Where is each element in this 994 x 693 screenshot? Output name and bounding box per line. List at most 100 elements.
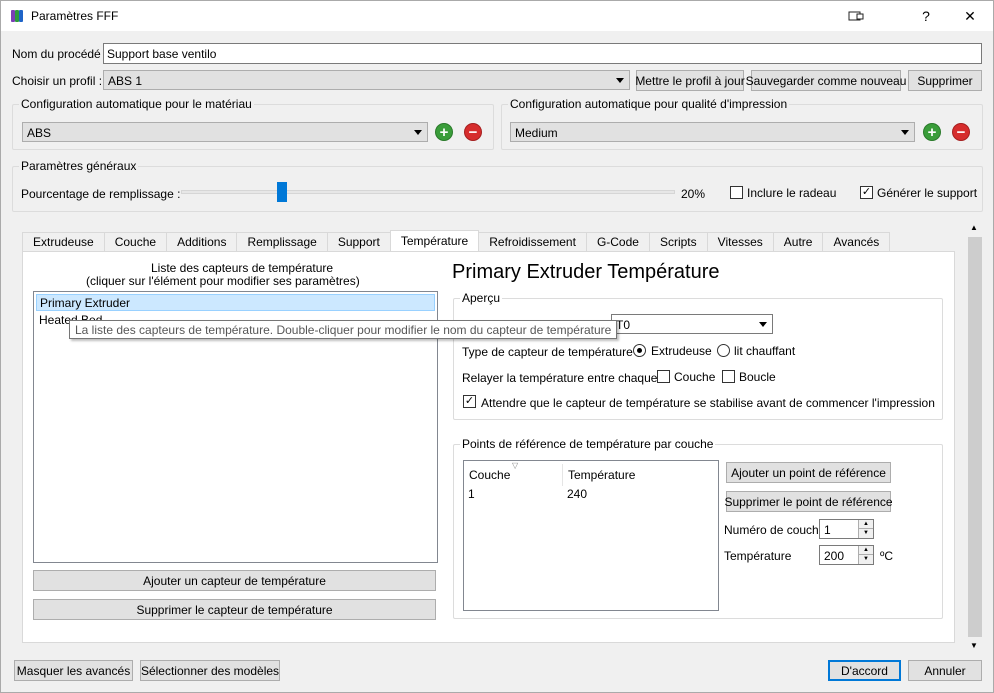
select-models-button[interactable]: Sélectionner des modèles — [140, 660, 280, 681]
close-icon: ✕ — [964, 7, 976, 24]
plus-icon: + — [927, 123, 937, 141]
tab-6[interactable]: Température — [389, 230, 480, 252]
tab-8[interactable]: G-Code — [585, 232, 650, 252]
relay-loop-checkbox[interactable] — [722, 370, 735, 383]
process-name-input[interactable]: Support base ventilo — [103, 43, 982, 64]
extruder-select[interactable]: T0 — [611, 314, 773, 334]
help-button[interactable]: ? — [903, 1, 949, 31]
ok-button[interactable]: D'accord — [828, 660, 901, 681]
relay-layer-checkbox[interactable] — [657, 370, 670, 383]
relay-label: Relayer la température entre chaque : — [462, 371, 665, 385]
table-cell-temperature: 240 — [567, 487, 588, 501]
sensor-list-subtitle: (cliquer sur l'élément pour modifier ses… — [86, 274, 360, 288]
sensor-type-extruder-radio[interactable] — [633, 344, 646, 357]
update-profile-button[interactable]: Mettre le profil à jour — [635, 70, 745, 91]
scrollbar-thumb[interactable] — [968, 237, 982, 637]
sensor-type-label: Type de capteur de température : — [462, 345, 640, 359]
table-cell-layer: 1 — [468, 487, 475, 501]
hide-advanced-button[interactable]: Masquer les avancés — [14, 660, 133, 681]
remove-quality-button[interactable]: − — [952, 123, 970, 141]
tab-2[interactable]: Couche — [103, 232, 168, 252]
material-select[interactable]: ABS — [22, 122, 428, 142]
sensor-type-extruder-label: Extrudeuse — [651, 344, 712, 358]
layer-number-value: 1 — [824, 523, 831, 537]
raft-label: Inclure le radeau — [747, 186, 837, 200]
tab-11[interactable]: Autre — [772, 232, 824, 252]
cancel-button[interactable]: Annuler — [908, 660, 982, 681]
material-group-title: Configuration automatique pour le matéri… — [19, 97, 254, 111]
delete-profile-button[interactable]: Supprimer — [908, 70, 982, 91]
infill-value: 20% — [681, 187, 706, 201]
spin-down-icon[interactable]: ▼ — [858, 529, 873, 538]
tab-10[interactable]: Vitesses — [706, 232, 774, 252]
quality-group-title: Configuration automatique pour qualité d… — [508, 97, 790, 111]
settings-tabs: Extrudeuse Couche Additions Remplissage Supp… — [22, 230, 891, 252]
tab-4[interactable]: Remplissage — [236, 232, 328, 252]
tab-3[interactable]: Additions — [166, 232, 238, 252]
wait-stabilize-checkbox[interactable]: ✓ — [463, 395, 476, 408]
tab-12[interactable]: Avancés — [822, 232, 891, 252]
overview-title: Aperçu — [460, 291, 503, 305]
spin-up-icon[interactable]: ▲ — [858, 520, 873, 529]
sensor-list-tooltip: La liste des capteurs de température. Do… — [69, 320, 617, 339]
scroll-down-icon[interactable]: ▼ — [970, 641, 978, 650]
context-help-icon — [848, 11, 864, 21]
remove-sensor-button[interactable]: Supprimer le capteur de température — [33, 599, 436, 620]
spin-down-icon[interactable]: ▼ — [858, 555, 873, 564]
tab-5[interactable]: Support — [326, 232, 391, 252]
temperature-unit: ºC — [880, 549, 894, 563]
raft-checkbox[interactable] — [730, 186, 743, 199]
chevron-down-icon — [759, 322, 767, 327]
sensor-list-item-primary-extruder[interactable]: Primary Extruder — [36, 294, 435, 311]
spin-up-icon[interactable]: ▲ — [858, 546, 873, 555]
infill-slider-track[interactable] — [181, 190, 675, 194]
infill-label: Pourcentage de remplissage : — [21, 187, 181, 201]
save-as-new-button[interactable]: Sauvegarder comme nouveau — [746, 70, 906, 91]
add-quality-button[interactable]: + — [923, 123, 941, 141]
title-bar: Paramètres FFF ? ✕ — [1, 1, 993, 31]
process-name-label: Nom du procédé : — [12, 47, 108, 61]
support-label: Générer le support — [877, 186, 978, 200]
table-row[interactable]: 1 240 — [464, 484, 718, 502]
support-checkbox[interactable]: ✓ — [860, 186, 873, 199]
tab-1[interactable]: Extrudeuse — [22, 232, 105, 252]
tab-9[interactable]: Scripts — [648, 232, 708, 252]
add-material-button[interactable]: + — [435, 123, 453, 141]
extruder-select-value: T0 — [616, 318, 631, 332]
checkmark-icon: ✓ — [464, 395, 475, 407]
profile-select[interactable]: ABS 1 — [103, 70, 630, 90]
remove-setpoint-button[interactable]: Supprimer le point de référence — [724, 491, 893, 512]
close-button[interactable]: ✕ — [947, 1, 993, 31]
settings-window: Paramètres FFF ? ✕ Nom du procédé : Supp… — [0, 0, 994, 693]
window-title: Paramètres FFF — [31, 9, 119, 23]
add-setpoint-button[interactable]: Ajouter un point de référence — [726, 462, 891, 483]
remove-material-button[interactable]: − — [464, 123, 482, 141]
chevron-down-icon — [616, 78, 624, 83]
add-sensor-button[interactable]: Ajouter un capteur de température — [33, 570, 436, 591]
wait-stabilize-label: Attendre que le capteur de température s… — [481, 396, 935, 410]
profile-label: Choisir un profil : — [12, 74, 103, 88]
column-header-layer[interactable]: Couche — [469, 468, 510, 482]
setpoints-table[interactable]: ▽ Couche Température 1 240 — [463, 460, 719, 611]
setpoints-title: Points de référence de température par c… — [460, 437, 716, 451]
layer-number-spinbox[interactable]: 1 ▲ ▼ — [819, 519, 874, 539]
material-select-value: ABS — [27, 126, 52, 140]
temperature-spinbox[interactable]: 200 ▲ ▼ — [819, 545, 874, 565]
help-context-button[interactable] — [833, 1, 879, 31]
minus-icon: − — [956, 123, 966, 141]
chevron-down-icon — [414, 130, 422, 135]
infill-slider-handle[interactable] — [277, 182, 287, 202]
vertical-scrollbar[interactable]: ▲ ▼ — [967, 223, 983, 653]
general-settings-title: Paramètres généraux — [19, 159, 139, 173]
plus-icon: + — [439, 123, 449, 141]
column-header-temperature[interactable]: Température — [568, 468, 635, 482]
scroll-up-icon[interactable]: ▲ — [970, 223, 978, 232]
profile-select-value: ABS 1 — [108, 74, 143, 88]
column-divider — [562, 464, 563, 486]
tab-7[interactable]: Refroidissement — [478, 232, 587, 252]
sensor-type-bed-radio[interactable] — [717, 344, 730, 357]
temperature-value: 200 — [824, 549, 845, 563]
quality-select-value: Medium — [515, 126, 558, 140]
quality-select[interactable]: Medium — [510, 122, 915, 142]
sensor-detail-title: Primary Extruder Température — [452, 261, 720, 283]
